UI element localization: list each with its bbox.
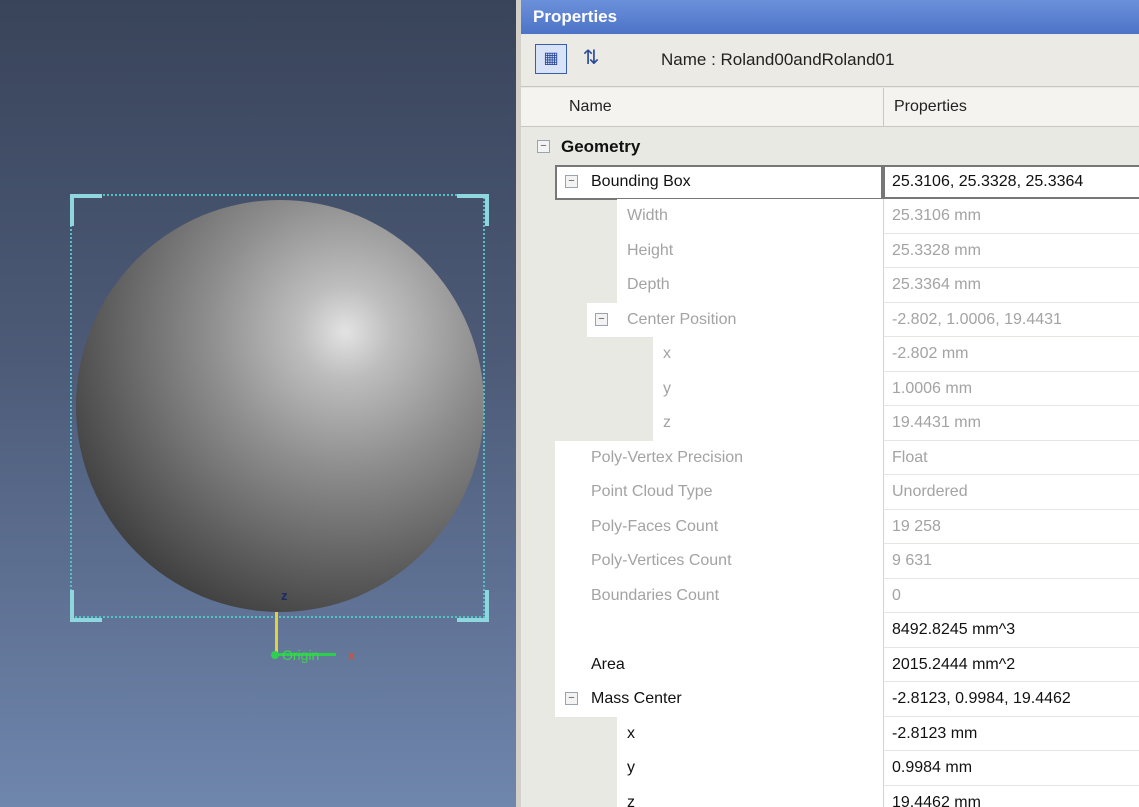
property-row-poly-faces-count[interactable]: Poly-Faces Count 19 258: [521, 509, 1139, 545]
property-value[interactable]: Float: [883, 440, 1139, 475]
property-row-center-z[interactable]: z 19.4431 mm: [521, 406, 1139, 442]
property-name: z: [663, 414, 671, 431]
origin-icon: [271, 651, 279, 659]
collapse-icon[interactable]: −: [565, 174, 578, 188]
property-row-poly-vertices-count[interactable]: Poly-Vertices Count 9 631: [521, 544, 1139, 580]
object-name: Name : Roland00andRoland01: [661, 50, 895, 69]
property-row-mass-x[interactable]: x -2.8123 mm: [521, 716, 1139, 752]
property-row-volume[interactable]: 8492.8245 mm^3: [521, 613, 1139, 649]
sort-alphabetical-icon[interactable]: ⇅: [575, 44, 607, 74]
property-row-height[interactable]: Height 25.3328 mm: [521, 233, 1139, 269]
property-value[interactable]: 25.3328 mm: [883, 233, 1139, 268]
collapse-icon[interactable]: −: [537, 140, 550, 153]
category-geometry[interactable]: − Geometry: [521, 130, 1139, 165]
bbox-corner: [457, 590, 489, 622]
property-value[interactable]: 9 631: [883, 544, 1139, 579]
collapse-icon[interactable]: −: [595, 312, 608, 326]
property-name: Poly-Vertices Count: [591, 552, 732, 569]
category-label: Geometry: [561, 137, 641, 156]
3d-viewport[interactable]: z Origin x: [0, 0, 516, 807]
bbox-corner: [70, 194, 102, 226]
x-axis-label: x: [348, 647, 355, 663]
property-value[interactable]: 8492.8245 mm^3: [883, 613, 1139, 648]
property-name: y: [627, 759, 635, 776]
property-value[interactable]: 0.9984 mm: [883, 751, 1139, 786]
property-value[interactable]: 19.4462 mm: [883, 785, 1139, 807]
categorized-view-icon[interactable]: ▦: [535, 44, 567, 74]
property-row-point-cloud-type[interactable]: Point Cloud Type Unordered: [521, 475, 1139, 511]
property-value[interactable]: 1.0006 mm: [883, 371, 1139, 406]
property-value[interactable]: Unordered: [883, 475, 1139, 510]
panel-title: Properties: [521, 0, 1139, 34]
property-value[interactable]: 2015.2444 mm^2: [883, 647, 1139, 682]
property-value[interactable]: -2.802, 1.0006, 19.4431: [883, 302, 1139, 337]
property-name: Area: [591, 655, 625, 673]
property-row-width[interactable]: Width 25.3106 mm: [521, 199, 1139, 235]
category-value: [883, 130, 1139, 165]
property-value[interactable]: 19.4431 mm: [883, 406, 1139, 441]
z-axis-label: z: [281, 588, 288, 603]
property-name: Boundaries Count: [591, 586, 720, 604]
property-row-center-y[interactable]: y 1.0006 mm: [521, 371, 1139, 407]
property-name: Point Cloud Type: [591, 483, 713, 500]
property-value[interactable]: 0: [883, 578, 1139, 613]
property-row-center-position[interactable]: − Center Position -2.802, 1.0006, 19.443…: [521, 302, 1139, 338]
property-grid: − Geometry − Bounding Box 25.3106, 25.33…: [521, 130, 1139, 807]
property-name: y: [663, 379, 671, 397]
property-name: Depth: [627, 276, 670, 293]
grid-header: Name Properties: [521, 88, 1139, 127]
bbox-corner: [457, 194, 489, 226]
property-row-depth[interactable]: Depth 25.3364 mm: [521, 268, 1139, 304]
property-row-center-x[interactable]: x -2.802 mm: [521, 337, 1139, 373]
properties-column-header[interactable]: Properties: [883, 88, 967, 126]
property-name: z: [627, 793, 635, 807]
property-row-boundaries-count[interactable]: Boundaries Count 0: [521, 578, 1139, 614]
property-row-mass-z[interactable]: z 19.4462 mm: [521, 785, 1139, 807]
property-name: Bounding Box: [591, 172, 691, 190]
property-name: Poly-Vertex Precision: [591, 448, 744, 466]
property-row-bounding-box[interactable]: − Bounding Box 25.3106, 25.3328, 25.3364: [521, 164, 1139, 200]
collapse-icon[interactable]: −: [565, 692, 578, 705]
property-value[interactable]: 25.3106 mm: [883, 199, 1139, 234]
property-value[interactable]: -2.8123 mm: [883, 716, 1139, 751]
property-row-poly-vertex-precision[interactable]: Poly-Vertex Precision Float: [521, 440, 1139, 476]
property-name: Mass Center: [591, 690, 682, 707]
z-axis-line: [275, 612, 278, 656]
origin-label: Origin: [282, 647, 320, 663]
property-value[interactable]: -2.8123, 0.9984, 19.4462: [883, 682, 1139, 717]
property-value[interactable]: 25.3106, 25.3328, 25.3364: [883, 164, 1139, 199]
bounding-box-outline: [70, 194, 485, 618]
property-row-mass-center[interactable]: − Mass Center -2.8123, 0.9984, 19.4462: [521, 682, 1139, 718]
property-row-mass-y[interactable]: y 0.9984 mm: [521, 751, 1139, 787]
property-name: x: [663, 345, 671, 362]
property-name: x: [627, 724, 635, 742]
property-value[interactable]: 25.3364 mm: [883, 268, 1139, 303]
property-row-area[interactable]: Area 2015.2444 mm^2: [521, 647, 1139, 683]
property-name: Center Position: [627, 310, 737, 328]
properties-toolbar: ▦ ⇅ Name : Roland00andRoland01: [521, 36, 1139, 87]
property-name: Width: [627, 207, 668, 224]
property-value[interactable]: 19 258: [883, 509, 1139, 544]
properties-panel: Properties ▦ ⇅ Name : Roland00andRoland0…: [516, 0, 1139, 807]
property-name: Poly-Faces Count: [591, 517, 719, 535]
property-value[interactable]: -2.802 mm: [883, 337, 1139, 372]
bbox-corner: [70, 590, 102, 622]
property-name: Height: [627, 241, 674, 259]
name-column-header[interactable]: Name: [569, 88, 612, 126]
